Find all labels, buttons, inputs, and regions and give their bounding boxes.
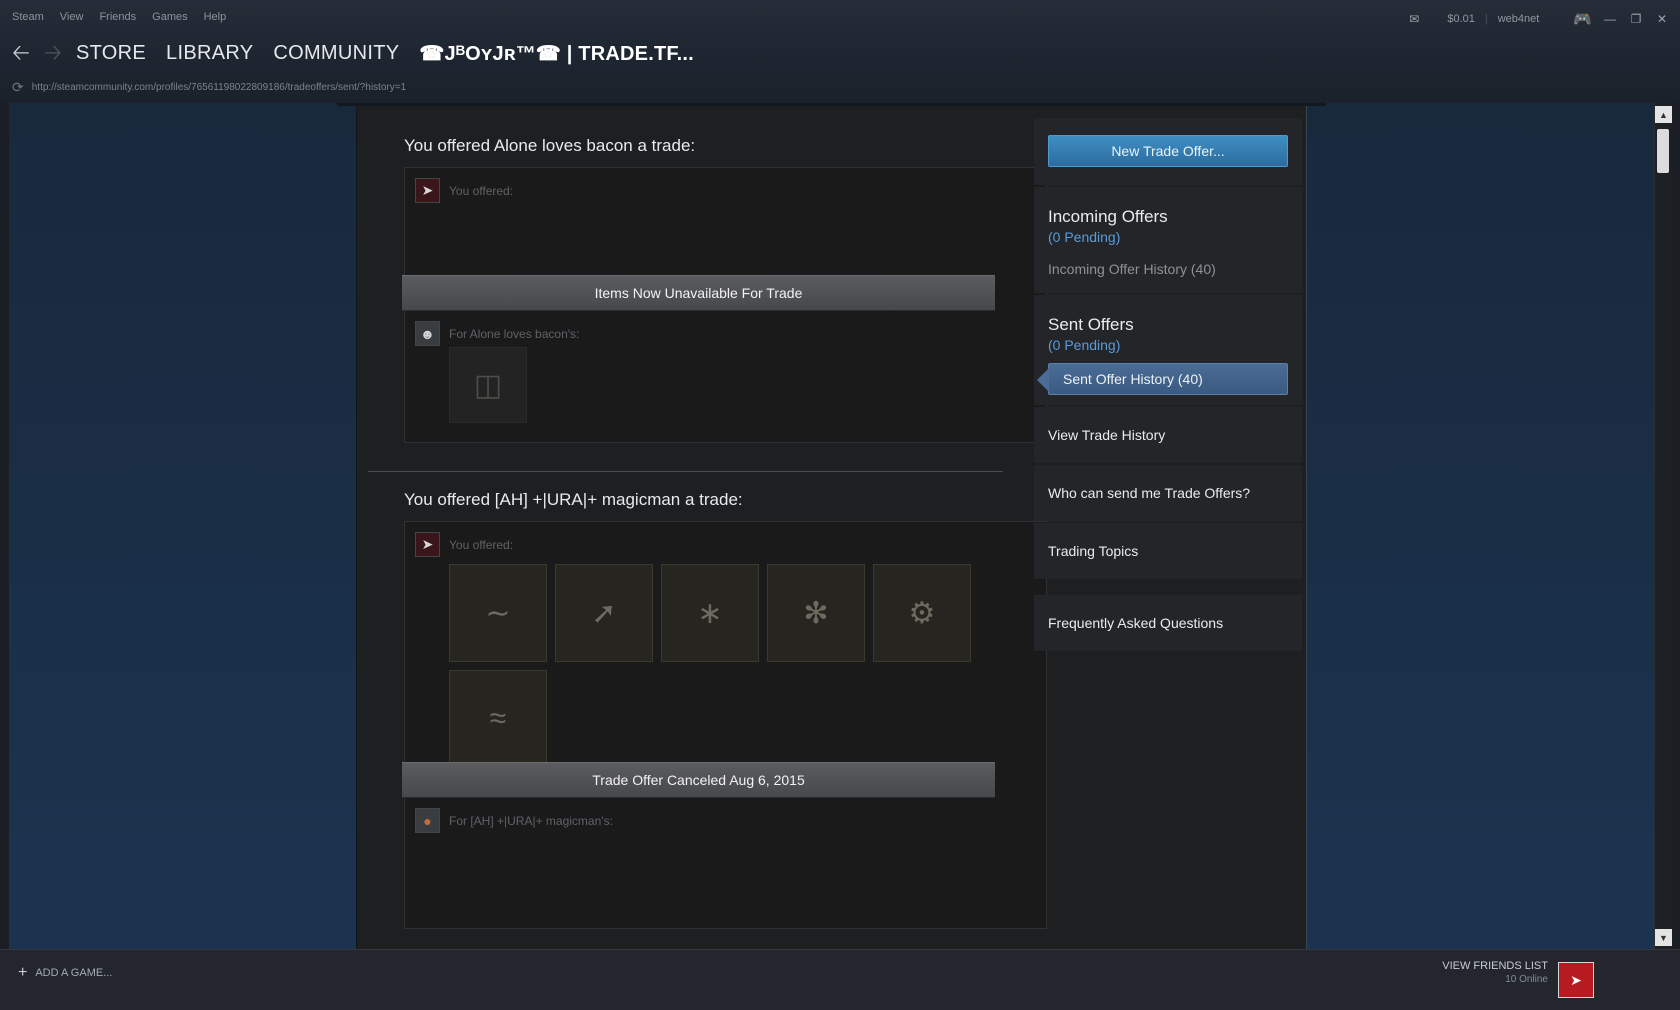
sent-pending-count[interactable]: (0 Pending) — [1048, 337, 1288, 353]
view-trade-history-link[interactable]: View Trade History — [1048, 427, 1288, 443]
item-slot-minigun-icon[interactable]: ➚ — [555, 564, 653, 662]
incoming-offers-link[interactable]: Incoming Offers — [1048, 207, 1288, 227]
view-friends-label: VIEW FRIENDS LIST — [1442, 960, 1548, 972]
close-icon[interactable]: ✕ — [1654, 12, 1670, 26]
account-name[interactable]: web4net — [1498, 13, 1540, 25]
header-shadow — [337, 103, 1326, 106]
friends-online-count: 10 Online — [1505, 974, 1548, 985]
content-panel: You offered Alone loves bacon a trade: ➤… — [337, 103, 1326, 949]
scroll-down-icon[interactable]: ▼ — [1655, 929, 1672, 946]
faq-link[interactable]: Frequently Asked Questions — [1048, 615, 1288, 631]
menu-bar: Steam View Friends Games Help — [12, 11, 242, 23]
item-slot-gun-icon[interactable]: ⚙ — [873, 564, 971, 662]
new-trade-offer-button[interactable]: New Trade Offer... — [1048, 135, 1288, 167]
avatar-icon: ➤ — [421, 182, 434, 198]
offered-items: ∼ ➚ ∗ ✻ ⚙ ≈ — [449, 564, 1036, 776]
page-background-right — [1302, 103, 1654, 949]
sent-history-link-active[interactable]: Sent Offer History (40) — [1037, 363, 1288, 395]
forward-arrow-icon[interactable]: 🡢 — [44, 40, 68, 66]
incoming-history-link[interactable]: Incoming Offer History (40) — [1048, 261, 1288, 277]
add-game-button[interactable]: + ADD A GAME... — [18, 964, 112, 982]
avatar-icon: ● — [423, 812, 432, 829]
page-background-left — [9, 103, 356, 949]
user-avatar[interactable]: ➤ — [1558, 962, 1594, 998]
item-slot-hat-icon[interactable]: ◫ — [449, 347, 527, 423]
navigation-bar: 🡠 🡢 STORE LIBRARY COMMUNITY ☎JᴮOʏJʀ™☎ | … — [12, 40, 714, 66]
who-can-send-link[interactable]: Who can send me Trade Offers? — [1048, 485, 1288, 501]
add-game-label: ADD A GAME... — [35, 967, 113, 979]
scroll-thumb[interactable] — [1657, 129, 1669, 173]
menu-view[interactable]: View — [60, 11, 84, 23]
who-can-send-block: Who can send me Trade Offers? — [1034, 465, 1302, 521]
separator: | — [1484, 13, 1488, 25]
restore-icon[interactable]: ❐ — [1628, 12, 1644, 26]
sent-offers-link[interactable]: Sent Offers — [1048, 315, 1288, 335]
offer-their-side: ● For [AH] +|URA|+ magicman's: — [405, 798, 1046, 928]
sent-history-label: Sent Offer History (40) — [1063, 371, 1203, 387]
trade-offer: You offered [AH] +|URA|+ magicman a trad… — [402, 490, 1047, 929]
window-titlebar: Steam View Friends Games Help ✉ $0.01 | … — [0, 0, 1680, 103]
url-bar: ⟳ http://steamcommunity.com/profiles/765… — [12, 79, 406, 96]
offer-their-side: ☻ For Alone loves bacon's: ◫ — [405, 311, 1046, 442]
nav-profile-title[interactable]: ☎JᴮOʏJʀ™☎ | TRADE.TF... — [419, 41, 693, 66]
you-offered-label: You offered: — [449, 184, 514, 198]
bottom-bar: + ADD A GAME... VIEW FRIENDS LIST 10 Onl… — [0, 949, 1680, 1010]
back-arrow-icon[interactable]: 🡠 — [12, 40, 36, 66]
view-friends-list-button[interactable]: VIEW FRIENDS LIST 10 Online — [1442, 960, 1548, 985]
offer-you-side: ➤ You offered: ∼ ➚ ∗ ✻ ⚙ ≈ — [405, 522, 1046, 768]
menu-friends[interactable]: Friends — [99, 11, 136, 23]
big-picture-icon[interactable]: 🎮 — [1573, 10, 1592, 28]
minimize-icon[interactable]: — — [1602, 12, 1618, 26]
nav-library[interactable]: LIBRARY — [166, 42, 253, 65]
offer-title: You offered [AH] +|URA|+ magicman a trad… — [404, 490, 743, 509]
trade-history-block: View Trade History — [1034, 407, 1302, 463]
offer-divider — [368, 471, 1003, 472]
plus-icon: + — [18, 964, 28, 981]
incoming-block: Incoming Offers (0 Pending) Incoming Off… — [1034, 187, 1302, 293]
scroll-up-icon[interactable]: ▲ — [1655, 106, 1672, 123]
my-avatar[interactable]: ➤ — [415, 178, 440, 203]
incoming-pending-count[interactable]: (0 Pending) — [1048, 229, 1288, 245]
reload-icon[interactable]: ⟳ — [12, 79, 24, 96]
trade-offers-sidebar: New Trade Offer... Incoming Offers (0 Pe… — [1034, 118, 1302, 653]
active-pointer — [1037, 368, 1049, 392]
menu-games[interactable]: Games — [152, 11, 187, 23]
trade-offer: You offered Alone loves bacon a trade: ➤… — [402, 136, 1047, 443]
status-banner: Trade Offer Canceled Aug 6, 2015 — [402, 762, 995, 798]
notification-icon[interactable]: ✉ — [1409, 12, 1419, 26]
faq-block: Frequently Asked Questions — [1034, 595, 1302, 651]
menu-steam[interactable]: Steam — [12, 11, 44, 23]
item-slot-claws-icon[interactable]: ≈ — [449, 670, 547, 768]
avatar-icon: ➤ — [421, 536, 434, 552]
menu-help[interactable]: Help — [204, 11, 227, 23]
item-slot-sniper-icon[interactable]: ∗ — [661, 564, 759, 662]
offer-title: You offered Alone loves bacon a trade: — [404, 136, 696, 155]
item-slot-rifle-icon[interactable]: ∼ — [449, 564, 547, 662]
nav-store[interactable]: STORE — [76, 42, 146, 65]
avatar-icon: ☻ — [420, 325, 435, 342]
top-right-controls: ✉ $0.01 | web4net 🎮 — ❐ ✕ — [1409, 10, 1670, 28]
partner-avatar[interactable]: ☻ — [415, 321, 440, 346]
partner-items: ◫ — [449, 347, 1036, 431]
offer-box: ➤ You offered: ∼ ➚ ∗ ✻ ⚙ ≈ Trade Offer C… — [402, 521, 1047, 929]
for-partner-label: For [AH] +|URA|+ magicman's: — [449, 814, 613, 828]
trading-topics-block: Trading Topics — [1034, 523, 1302, 579]
for-partner-label: For Alone loves bacon's: — [449, 327, 580, 341]
web-page: You offered Alone loves bacon a trade: ➤… — [9, 103, 1654, 949]
vertical-scrollbar[interactable]: ▲ ▼ — [1654, 103, 1672, 949]
offer-you-side: ➤ You offered: — [405, 168, 1046, 275]
status-banner: Items Now Unavailable For Trade — [402, 275, 995, 311]
you-offered-label: You offered: — [449, 538, 514, 552]
sent-block: Sent Offers (0 Pending) Sent Offer Histo… — [1034, 295, 1302, 405]
nav-community[interactable]: COMMUNITY — [273, 42, 399, 65]
new-offer-block: New Trade Offer... — [1034, 118, 1302, 185]
partner-avatar[interactable]: ● — [415, 808, 440, 833]
url-text[interactable]: http://steamcommunity.com/profiles/76561… — [32, 82, 406, 93]
my-avatar[interactable]: ➤ — [415, 532, 440, 557]
trading-topics-link[interactable]: Trading Topics — [1048, 543, 1288, 559]
item-slot-launcher-icon[interactable]: ✻ — [767, 564, 865, 662]
wallet-balance[interactable]: $0.01 — [1447, 13, 1475, 25]
offer-box: ➤ You offered: Items Now Unavailable For… — [402, 167, 1047, 443]
